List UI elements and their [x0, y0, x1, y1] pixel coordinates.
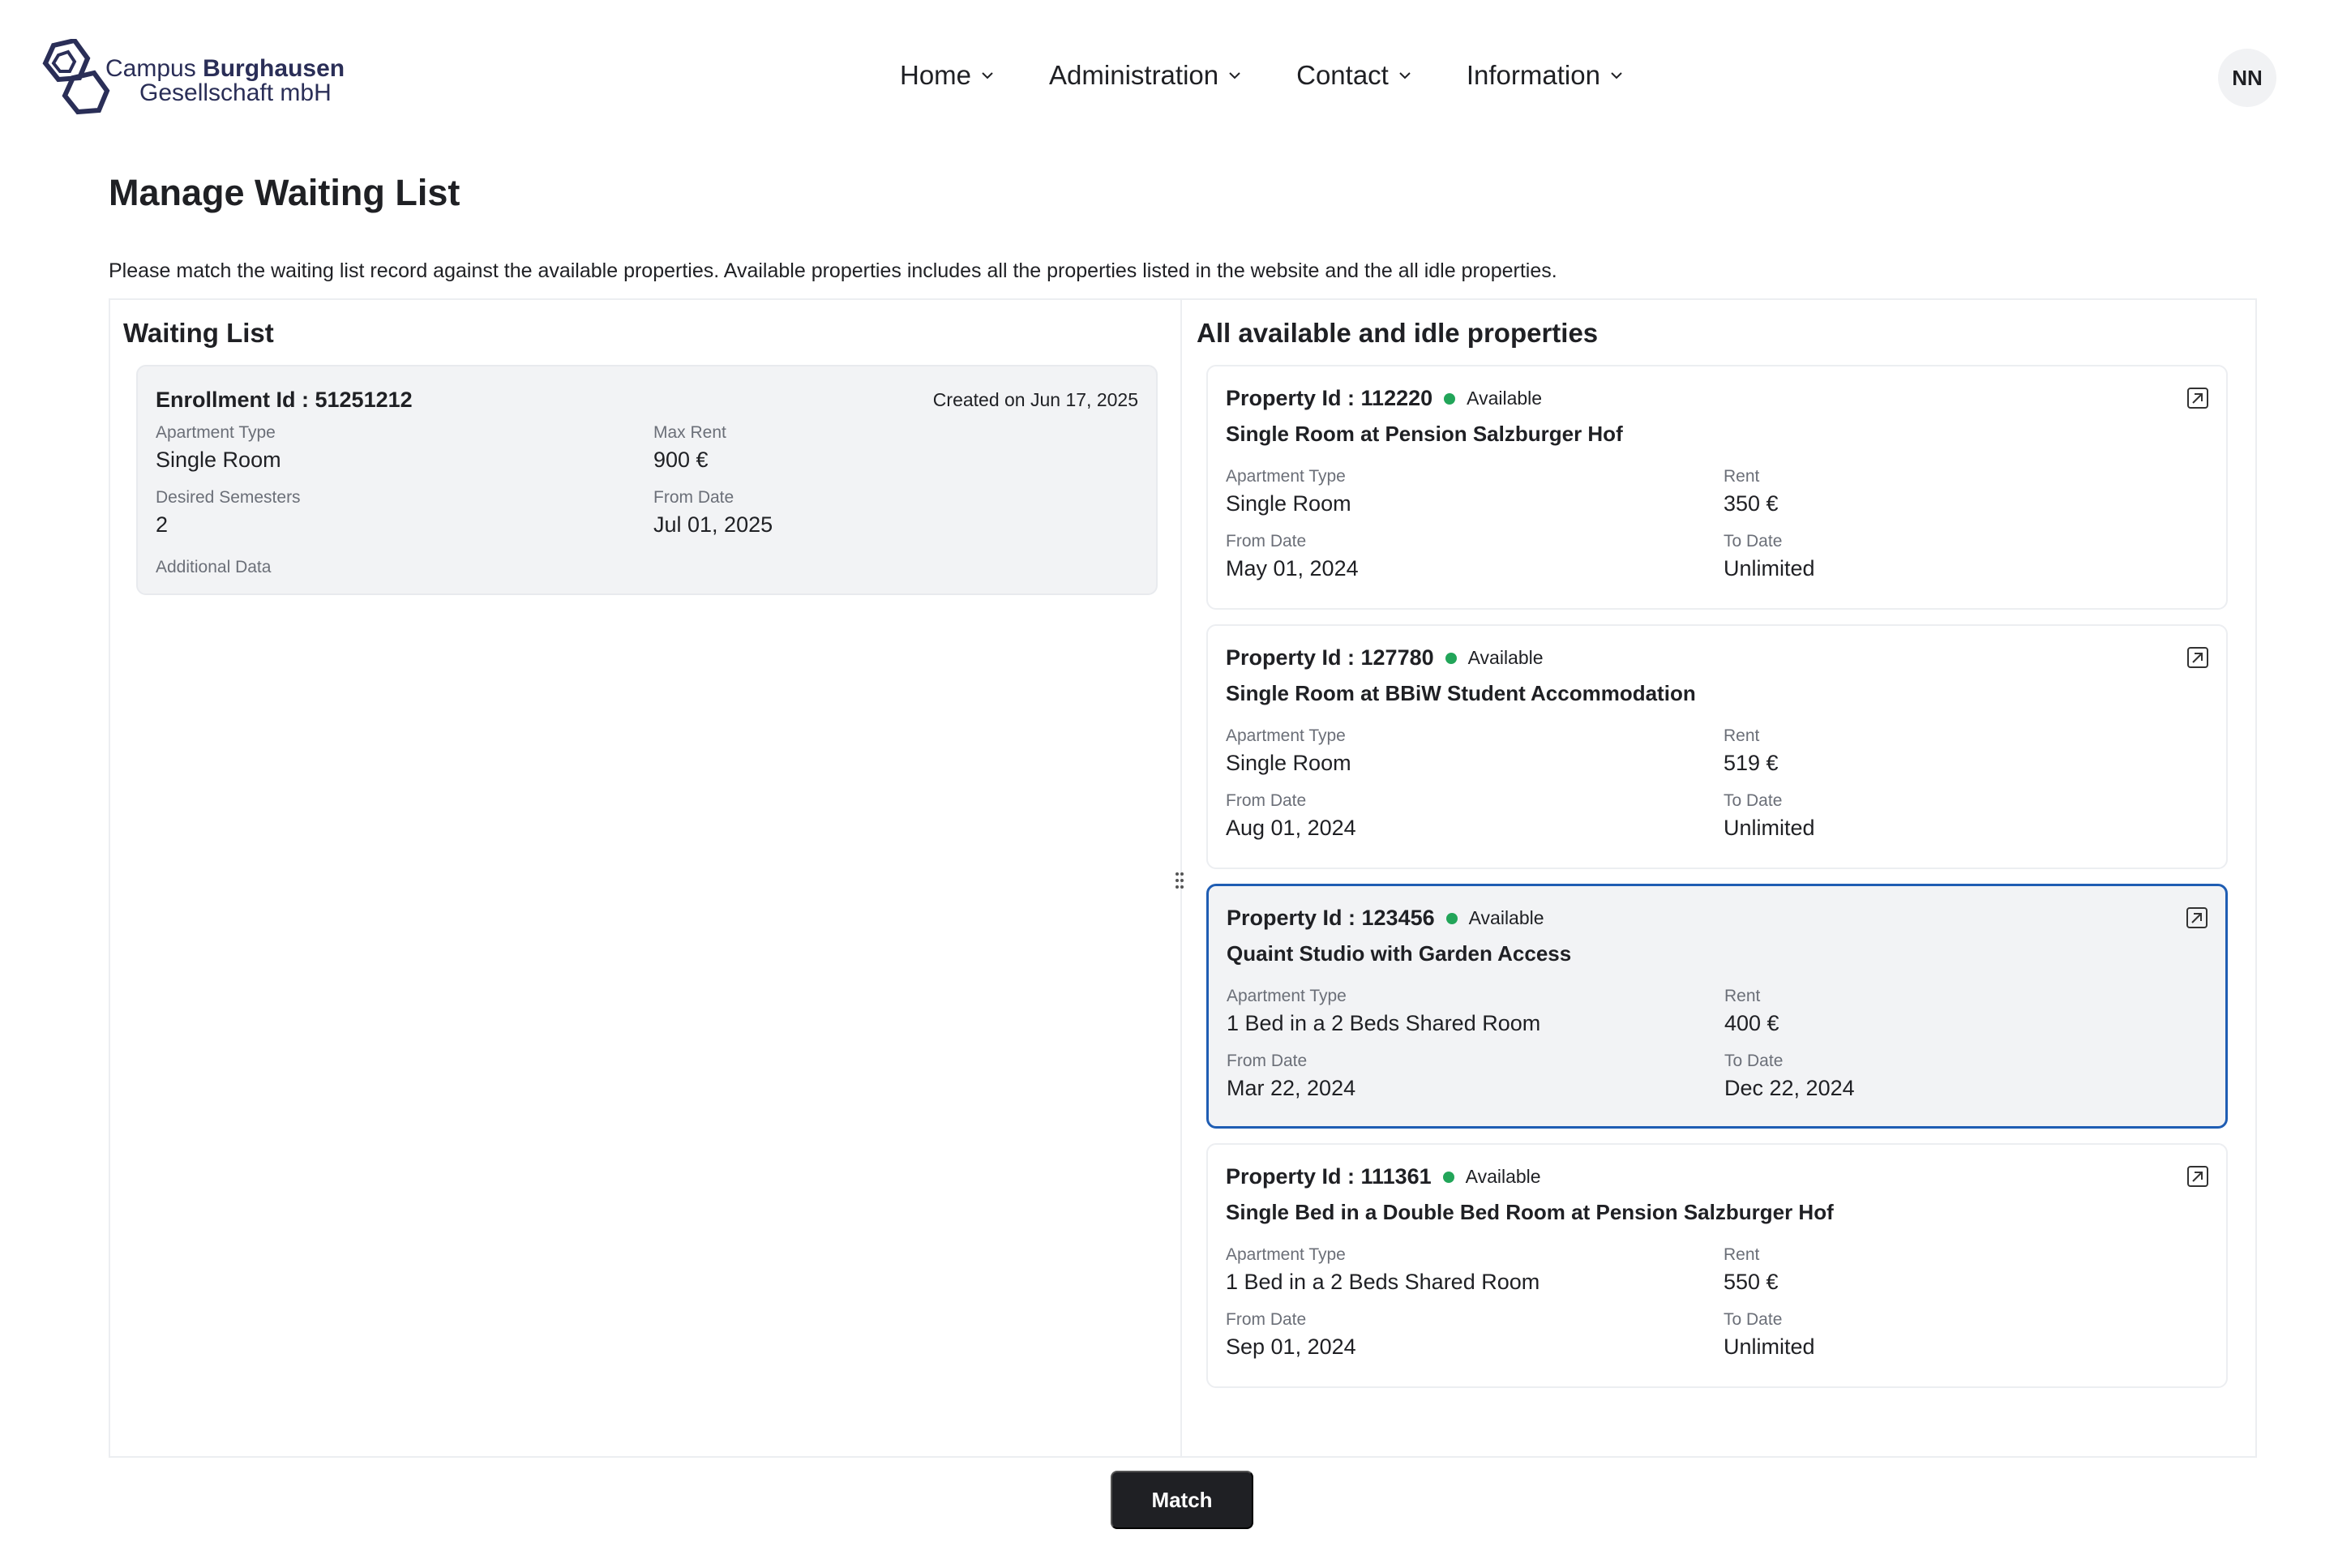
- property-id: Property Id : 123456: [1227, 906, 1435, 930]
- property-card[interactable]: Property Id : 127780 Available Single Ro…: [1206, 624, 2228, 869]
- page-title: Manage Waiting List: [109, 172, 460, 213]
- from-date-value: Sep 01, 2024: [1226, 1335, 1356, 1359]
- from-date-label: From Date: [653, 488, 734, 507]
- chevron-down-icon: [982, 72, 993, 79]
- to-date-label: To Date: [1724, 791, 1783, 810]
- from-date-value: Mar 22, 2024: [1227, 1076, 1356, 1100]
- apartment-type-value: 1 Bed in a 2 Beds Shared Room: [1226, 1270, 1540, 1294]
- company-logo[interactable]: Campus Burghausen Gesellschaft mbH: [37, 39, 362, 128]
- nav-contact-label: Contact: [1296, 60, 1389, 90]
- open-external-icon[interactable]: [2186, 1164, 2210, 1189]
- rent-label: Rent: [1724, 1245, 1760, 1264]
- logo-line1-regular: Campus: [105, 55, 196, 82]
- from-date-value: Aug 01, 2024: [1226, 816, 1356, 840]
- status-dot-icon: [1445, 652, 1457, 664]
- nav-home[interactable]: Home: [900, 60, 994, 91]
- open-external-icon[interactable]: [2186, 645, 2210, 670]
- property-id: Property Id : 111361: [1226, 1164, 1432, 1189]
- from-date-label: From Date: [1226, 532, 1307, 551]
- to-date-label: To Date: [1724, 532, 1783, 551]
- property-name: Single Room at Pension Salzburger Hof: [1226, 422, 1623, 446]
- from-date-value: Jul 01, 2025: [653, 512, 773, 537]
- property-name: Quaint Studio with Garden Access: [1227, 941, 1572, 966]
- nav-home-label: Home: [900, 60, 972, 90]
- logo-text: Campus Burghausen Gesellschaft mbH: [105, 57, 345, 105]
- nav-information-label: Information: [1466, 60, 1600, 90]
- to-date-label: To Date: [1724, 1052, 1784, 1070]
- open-external-icon[interactable]: [2186, 386, 2210, 410]
- to-date-value: Unlimited: [1724, 1335, 1815, 1359]
- property-card[interactable]: Property Id : 111361 Available Single Be…: [1206, 1143, 2228, 1388]
- nav-administration[interactable]: Administration: [1049, 60, 1241, 91]
- apartment-type-label: Apartment Type: [1226, 1245, 1346, 1264]
- from-date-label: From Date: [1226, 791, 1307, 810]
- to-date-label: To Date: [1724, 1310, 1783, 1329]
- match-button[interactable]: Match: [1111, 1471, 1253, 1529]
- rent-value: 400 €: [1724, 1011, 1779, 1035]
- status-dot-icon: [1444, 392, 1456, 405]
- rent-value: 350 €: [1724, 491, 1779, 516]
- from-date-label: From Date: [1227, 1052, 1308, 1070]
- max-rent-value: 900 €: [653, 448, 709, 472]
- property-status: Available: [1465, 1166, 1541, 1187]
- main-nav: Home Administration Contact Information: [900, 60, 1623, 91]
- apartment-type-label: Apartment Type: [1226, 726, 1346, 745]
- apartment-type-value: Single Room: [1226, 751, 1351, 775]
- apartment-type-value: 1 Bed in a 2 Beds Shared Room: [1227, 1011, 1541, 1035]
- apartment-type-label: Apartment Type: [156, 423, 276, 442]
- to-date-value: Unlimited: [1724, 556, 1815, 581]
- chevron-down-icon: [1611, 72, 1622, 79]
- property-card-selected[interactable]: Property Id : 123456 Available Quaint St…: [1206, 884, 2228, 1129]
- properties-panel: All available and idle properties Proper…: [1182, 300, 2255, 1456]
- status-dot-icon: [1445, 912, 1458, 924]
- waiting-list-card[interactable]: Enrollment Id : 51251212 Created on Jun …: [136, 365, 1158, 595]
- property-status: Available: [1467, 647, 1544, 668]
- status-dot-icon: [1442, 1171, 1454, 1183]
- chevron-down-icon: [1399, 72, 1411, 79]
- created-date: Created on Jun 17, 2025: [932, 389, 1138, 410]
- rent-value: 550 €: [1724, 1270, 1779, 1294]
- property-id: Property Id : 112220: [1226, 386, 1433, 410]
- to-date-value: Dec 22, 2024: [1724, 1076, 1855, 1100]
- apartment-type-value: Single Room: [1226, 491, 1351, 516]
- chevron-down-icon: [1229, 72, 1240, 79]
- matching-panels: Waiting List Enrollment Id : 51251212 Cr…: [109, 298, 2257, 1458]
- apartment-type-value: Single Room: [156, 448, 281, 472]
- rent-label: Rent: [1724, 467, 1760, 486]
- enrollment-id: Enrollment Id : 51251212: [156, 388, 413, 412]
- user-avatar[interactable]: NN: [2218, 49, 2276, 107]
- rent-value: 519 €: [1724, 751, 1779, 775]
- property-status: Available: [1468, 907, 1544, 928]
- nav-administration-label: Administration: [1049, 60, 1219, 90]
- rent-label: Rent: [1724, 987, 1761, 1005]
- waiting-list-panel: Waiting List Enrollment Id : 51251212 Cr…: [110, 300, 1184, 1456]
- logo-line2: Gesellschaft mbH: [139, 79, 332, 106]
- rent-label: Rent: [1724, 726, 1760, 745]
- to-date-value: Unlimited: [1724, 816, 1815, 840]
- page-description: Please match the waiting list record aga…: [109, 259, 1557, 282]
- property-id: Property Id : 127780: [1226, 645, 1434, 670]
- property-status: Available: [1467, 388, 1543, 409]
- from-date-label: From Date: [1226, 1310, 1307, 1329]
- apartment-type-label: Apartment Type: [1226, 467, 1346, 486]
- from-date-value: May 01, 2024: [1226, 556, 1359, 581]
- waiting-list-title: Waiting List: [123, 318, 274, 348]
- nav-information[interactable]: Information: [1467, 60, 1623, 91]
- logo-line1-bold: Burghausen: [203, 55, 345, 82]
- properties-title: All available and idle properties: [1197, 318, 1599, 348]
- nav-contact[interactable]: Contact: [1296, 60, 1411, 91]
- apartment-type-label: Apartment Type: [1227, 987, 1347, 1005]
- open-external-icon[interactable]: [2185, 906, 2209, 930]
- desired-semesters-value: 2: [156, 512, 169, 537]
- desired-semesters-label: Desired Semesters: [156, 488, 301, 507]
- property-name: Single Bed in a Double Bed Room at Pensi…: [1226, 1200, 1834, 1224]
- additional-data-label: Additional Data: [156, 558, 272, 576]
- max-rent-label: Max Rent: [653, 423, 726, 442]
- property-card[interactable]: Property Id : 112220 Available Single Ro…: [1206, 365, 2228, 610]
- property-name: Single Room at BBiW Student Accommodatio…: [1226, 681, 1696, 705]
